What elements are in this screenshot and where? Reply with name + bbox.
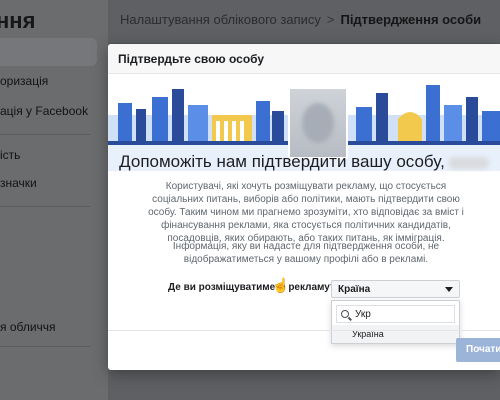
sidebar-item-facebook[interactable]: ація у Facebook	[0, 104, 88, 118]
sidebar-divider	[0, 134, 90, 135]
hand-cursor-icon: ☝	[272, 277, 290, 293]
headline-text: Допоможіть нам підтвердити вашу особу,	[119, 152, 445, 171]
sidebar-active-highlight	[0, 38, 97, 66]
footer-divider	[108, 330, 500, 331]
sidebar-item-badges[interactable]: значки	[0, 176, 37, 190]
breadcrumb: Налаштування облікового запису > Підтвердж…	[120, 12, 481, 27]
verify-identity-dialog: Підтвердьте свою особу Допоможіть нам пі…	[108, 44, 500, 370]
country-select[interactable]: Країна	[331, 280, 460, 298]
profile-avatar	[288, 87, 348, 159]
country-search-value: Укр	[355, 309, 371, 320]
privacy-note-paragraph: Інформація, яку ви надасте для підтвердж…	[172, 241, 440, 265]
search-icon	[341, 310, 349, 318]
description-paragraph: Користувачі, які хочуть розміщувати рекл…	[148, 181, 464, 244]
dialog-headline: Допоможіть нам підтвердити вашу особу,	[108, 152, 500, 172]
country-dropdown: Укр Україна	[331, 300, 460, 344]
dialog-title: Підтвердьте свою особу	[108, 44, 500, 74]
breadcrumb-parent-link[interactable]: Налаштування облікового запису	[120, 12, 321, 27]
sidebar-item-authorization[interactable]: оризація	[0, 74, 48, 88]
sidebar-divider	[0, 346, 90, 347]
country-select-value: Країна	[338, 284, 371, 295]
ad-location-question: Де ви розміщуватимете рекламу?i	[168, 282, 349, 293]
breadcrumb-current: Підтвердження особи	[340, 12, 482, 27]
sidebar-divider	[0, 206, 90, 207]
dropdown-option-ukraine[interactable]: Україна	[332, 325, 459, 343]
breadcrumb-bar: Налаштування облікового запису > Підтвердж…	[108, 0, 500, 44]
start-button[interactable]: Почати	[456, 338, 500, 362]
avatar-blurred-face	[302, 103, 334, 143]
settings-sidebar: ння оризація ація у Facebook ість значки…	[0, 0, 108, 400]
sidebar-title: ння	[0, 8, 36, 33]
sidebar-item-face-recognition[interactable]: я обличчя	[0, 320, 56, 334]
country-search-input[interactable]: Укр	[336, 305, 455, 323]
chevron-down-icon	[445, 287, 453, 292]
sidebar-item-privacy[interactable]: ість	[0, 148, 20, 162]
breadcrumb-separator: >	[326, 12, 335, 27]
blurred-user-name	[448, 156, 489, 169]
question-label: Де ви розміщуватимете рекламу?	[168, 282, 336, 293]
